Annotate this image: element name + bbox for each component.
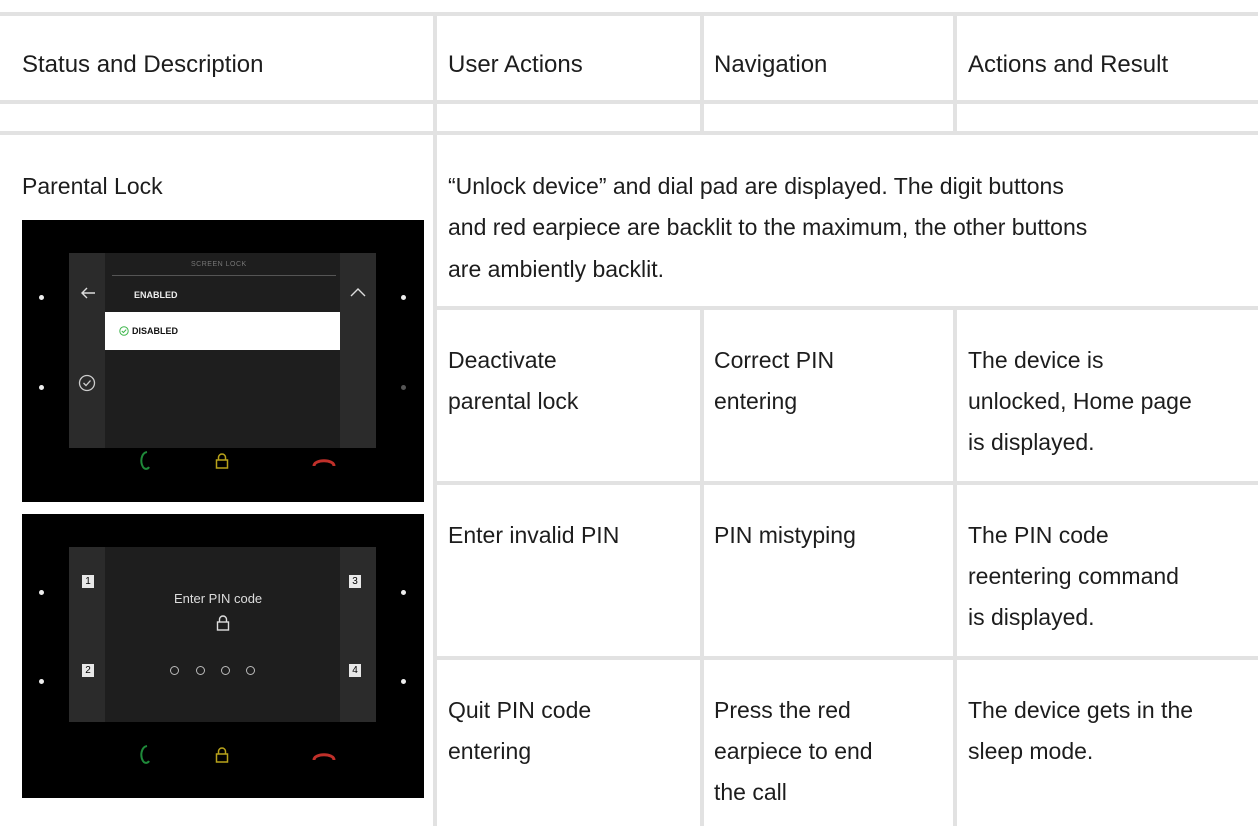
header-user-actions: User Actions	[448, 51, 583, 78]
hangup-icon	[312, 459, 336, 467]
side-dot	[401, 590, 406, 595]
chevron-up-icon	[350, 288, 366, 297]
right-button-bar	[340, 547, 376, 722]
option-disabled: DISABLED	[132, 326, 179, 336]
row2-bottom-border	[433, 656, 1258, 660]
pin-prompt: Enter PIN code	[174, 591, 263, 606]
device-display	[69, 547, 376, 722]
row3-navigation-line-3: the call	[714, 779, 787, 805]
col-divider-3	[953, 12, 957, 135]
device-pin-entry-image: 1 2 3 4 Enter PIN code	[22, 514, 424, 798]
confirm-check-icon	[78, 374, 96, 392]
side-dot	[39, 679, 44, 684]
right-button-bar	[340, 253, 376, 448]
digit-key-3: 3	[349, 575, 361, 588]
description-line-1: “Unlock device” and dial pad are display…	[448, 173, 1064, 199]
col-divider-1	[433, 12, 437, 826]
device-display	[69, 253, 376, 448]
row2-result-line-1: The PIN code	[968, 522, 1109, 548]
row3-result-line-1: The device gets in the	[968, 697, 1194, 723]
lock-icon	[215, 747, 229, 763]
col-divider-3b	[953, 306, 957, 826]
row1-action-line-2: parental lock	[448, 388, 579, 414]
col-divider-2	[700, 12, 704, 135]
description-line-2: and red earpiece are backlit to the maxi…	[448, 214, 1088, 240]
side-dot	[39, 590, 44, 595]
header-bottom-border	[0, 100, 1258, 104]
lock-icon	[215, 453, 229, 469]
header-navigation: Navigation	[714, 51, 828, 78]
description-bottom-border	[433, 306, 1258, 310]
spacer-row-border	[0, 131, 1258, 135]
row3-action-line-2: entering	[448, 738, 532, 764]
digit-key-2: 2	[82, 664, 94, 677]
header-actions-result: Actions and Result	[968, 51, 1169, 78]
row2-action-line-1: Enter invalid PIN	[448, 522, 620, 548]
row3-result-line-2: sleep mode.	[968, 738, 1094, 764]
digit-key-4: 4	[349, 664, 361, 677]
col-divider-2b	[700, 306, 704, 826]
section-title: Parental Lock	[22, 173, 163, 199]
pin-digit-indicator	[196, 666, 205, 675]
lock-icon	[216, 615, 230, 631]
option-enabled: ENABLED	[134, 290, 178, 300]
pin-digit-indicator	[246, 666, 255, 675]
header-status-description: Status and Description	[22, 51, 264, 78]
side-dot	[401, 295, 406, 300]
hangup-icon	[312, 753, 336, 761]
side-dot	[39, 385, 44, 390]
row3-navigation-line-1: Press the red	[714, 697, 851, 723]
row3-action-line-1: Quit PIN code	[448, 697, 592, 723]
row1-action-line-1: Deactivate	[448, 347, 557, 373]
left-button-bar	[69, 253, 105, 448]
row2-result-line-3: is displayed.	[968, 604, 1095, 630]
pin-digit-indicator	[170, 666, 179, 675]
table-top-border	[0, 12, 1258, 16]
row2-result-line-2: reentering command	[968, 563, 1179, 589]
row3-navigation-line-2: earpiece to end	[714, 738, 873, 764]
row2-navigation-line-1: PIN mistyping	[714, 522, 856, 548]
left-button-bar	[69, 547, 105, 722]
check-circle-icon	[119, 326, 129, 336]
row1-result-line-1: The device is	[968, 347, 1104, 373]
title-divider	[112, 275, 336, 276]
side-dot	[401, 679, 406, 684]
back-arrow-icon	[81, 287, 95, 299]
device-screen-lock-image: SCREEN LOCK ENABLED DISABLED	[22, 220, 424, 502]
screen-title: SCREEN LOCK	[191, 261, 247, 268]
pin-digit-indicator	[221, 666, 230, 675]
call-handset-icon	[140, 745, 150, 764]
row1-result-line-3: is displayed.	[968, 429, 1095, 455]
row1-navigation-line-1: Correct PIN	[714, 347, 835, 373]
row1-result-line-2: unlocked, Home page	[968, 388, 1192, 414]
side-dot	[401, 385, 406, 390]
description-line-3: are ambiently backlit.	[448, 256, 665, 282]
side-dot	[39, 295, 44, 300]
row1-navigation-line-2: entering	[714, 388, 798, 414]
call-handset-icon	[140, 451, 150, 470]
row1-bottom-border	[433, 481, 1258, 485]
digit-key-1: 1	[82, 575, 94, 588]
